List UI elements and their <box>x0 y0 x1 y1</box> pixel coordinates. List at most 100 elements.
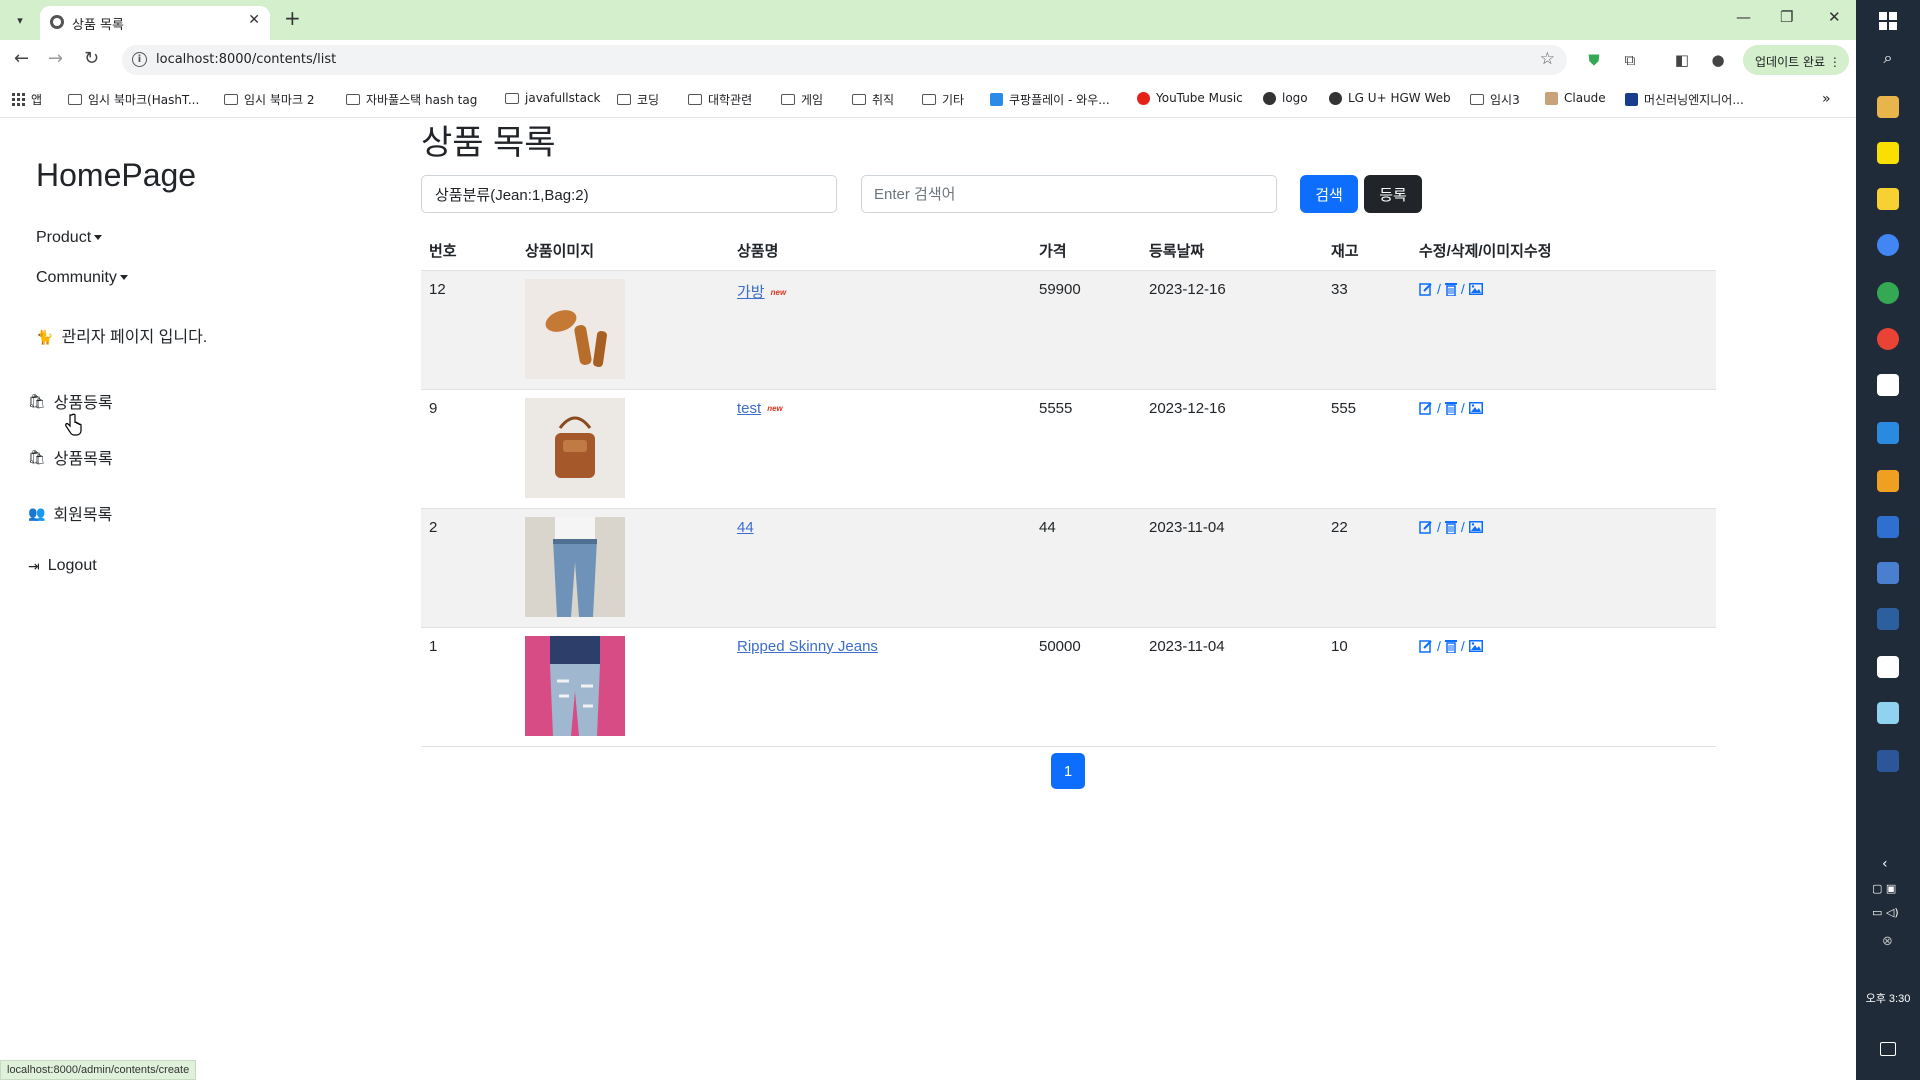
windows-switch-icon[interactable] <box>1877 470 1899 492</box>
bookmark-folder[interactable]: 코딩 <box>617 91 659 108</box>
product-thumbnail-ripped-jeans[interactable] <box>525 635 625 736</box>
product-thumbnail-bag[interactable] <box>525 278 625 379</box>
trash-icon[interactable] <box>1444 401 1457 415</box>
bookmark-folder[interactable]: 대학관련 <box>688 91 752 108</box>
bookmark-folder[interactable]: javafullstack <box>505 91 601 105</box>
image-edit-icon[interactable] <box>1468 401 1483 414</box>
3d-box-icon[interactable] <box>1877 374 1899 396</box>
address-bar[interactable]: i localhost:8000/contents/list ☆ <box>122 45 1567 75</box>
product-name-link[interactable]: test <box>737 400 761 417</box>
bookmark-link[interactable]: 쿠팡플레이 - 와우... <box>990 91 1110 108</box>
chrome-profile-2-icon[interactable] <box>1877 328 1899 350</box>
edit-icon[interactable] <box>1419 639 1433 653</box>
pagination-page-1[interactable]: 1 <box>1051 753 1085 789</box>
taskbar-clock[interactable]: 오후 3:30 <box>1856 990 1920 1006</box>
bookmarks-overflow-icon[interactable]: » <box>1822 91 1831 107</box>
trash-icon[interactable] <box>1444 520 1457 534</box>
product-dropdown[interactable]: Product <box>36 229 103 247</box>
bookmark-label: Claude <box>1564 91 1606 105</box>
tray-chevron-icon[interactable]: ‹ <box>1882 856 1888 872</box>
bookmark-link[interactable]: Claude <box>1545 91 1606 105</box>
shield-extension-icon[interactable]: ⛊ <box>1584 50 1604 70</box>
bookmark-folder[interactable]: 기타 <box>922 91 964 108</box>
community-dropdown[interactable]: Community <box>36 269 128 287</box>
bookmark-link[interactable]: YouTube Music <box>1137 91 1243 105</box>
sticky-notes-icon[interactable] <box>1877 188 1899 210</box>
browser-tab-active[interactable]: 상품 목록 ✕ <box>40 6 270 40</box>
update-complete-button[interactable]: 업데이트 완료 ⋮ <box>1743 45 1849 75</box>
product-name-link[interactable]: 44 <box>737 519 754 536</box>
bookmark-folder[interactable]: 게임 <box>781 91 823 108</box>
product-name-link[interactable]: Ripped Skinny Jeans <box>737 638 878 655</box>
brand-title[interactable]: HomePage <box>36 157 196 194</box>
table-row: 1 Ripped Skinny Jeans 50000 2023-11-04 1… <box>421 627 1716 746</box>
image-edit-icon[interactable] <box>1468 282 1483 295</box>
bookmark-folder[interactable]: 취직 <box>852 91 894 108</box>
bookmark-apps[interactable]: 앱 <box>12 91 42 108</box>
product-thumbnail-test[interactable] <box>525 397 625 498</box>
search-icon[interactable]: ⌕ <box>1877 48 1899 70</box>
bookmark-folder[interactable]: 임시3 <box>1470 91 1520 108</box>
image-edit-icon[interactable] <box>1468 639 1483 652</box>
bookmark-link[interactable]: LG U+ HGW Web <box>1329 91 1451 105</box>
vscode-icon[interactable] <box>1877 422 1899 444</box>
restore-icon[interactable]: ❐ <box>1780 8 1793 26</box>
minimize-icon[interactable]: — <box>1736 8 1751 26</box>
image-edit-icon[interactable] <box>1468 520 1483 533</box>
edit-icon[interactable] <box>1419 282 1433 296</box>
users-icon: 👥 <box>28 504 46 521</box>
sidebar-link-logout[interactable]: ⇥ Logout <box>28 557 97 575</box>
network-app-icon[interactable] <box>1877 516 1899 538</box>
action-separator: / <box>1437 399 1441 416</box>
bookmark-folder[interactable]: 자바풀스택 hash tag <box>346 91 477 108</box>
chrome-profile-icon[interactable] <box>1877 282 1899 304</box>
edit-icon[interactable] <box>1419 401 1433 415</box>
side-panel-icon[interactable]: ◧ <box>1672 50 1692 70</box>
back-arrow-icon[interactable]: ← <box>14 50 29 68</box>
new-badge: new <box>767 404 783 414</box>
windows-start-icon[interactable] <box>1879 12 1897 30</box>
notification-center-icon[interactable] <box>1880 1042 1896 1056</box>
network-volume-icon[interactable]: ▭ ◁) <box>1872 906 1899 919</box>
register-button[interactable]: 등록 <box>1364 175 1422 213</box>
bookmark-link[interactable]: 머신러닝엔지니어... <box>1625 91 1744 108</box>
product-name-link[interactable]: 가방 <box>737 284 765 301</box>
cell-actions: / / <box>1411 270 1716 389</box>
search-input[interactable] <box>861 175 1277 213</box>
bookmark-star-icon[interactable]: ☆ <box>1540 49 1555 69</box>
new-tab-plus-icon[interactable]: + <box>284 8 301 28</box>
bookmark-folder[interactable]: 임시 북마크(HashT... <box>68 91 199 108</box>
eclipse-icon[interactable] <box>1877 608 1899 630</box>
extensions-puzzle-icon[interactable]: ⧉ <box>1620 50 1640 70</box>
category-select[interactable]: 상품분류(Jean:1,Bag:2) <box>421 175 837 213</box>
edit-icon[interactable] <box>1419 520 1433 534</box>
trash-icon[interactable] <box>1444 282 1457 296</box>
sidebar-link-product-list[interactable]: 🛍 상품목록 <box>28 445 113 469</box>
profile-avatar-icon[interactable]: ● <box>1708 50 1728 70</box>
remote-desktop-icon[interactable] <box>1877 562 1899 584</box>
tab-close-icon[interactable]: ✕ <box>248 12 260 28</box>
tab-list-chevron-icon[interactable]: ▾ <box>9 9 31 31</box>
pen-tool-icon[interactable] <box>1877 702 1899 724</box>
window-close-icon[interactable]: ✕ <box>1828 8 1841 26</box>
product-thumbnail-jeans[interactable] <box>525 516 625 617</box>
tray-icons[interactable]: ▢ ▣ <box>1872 882 1896 895</box>
sidebar-link-member-list[interactable]: 👥 회원목록 <box>28 501 112 525</box>
word-icon[interactable] <box>1877 750 1899 772</box>
trash-icon[interactable] <box>1444 639 1457 653</box>
bookmark-folder[interactable]: 임시 북마크 2 <box>224 91 314 108</box>
notion-icon[interactable] <box>1877 656 1899 678</box>
forward-arrow-icon[interactable]: → <box>48 50 63 68</box>
caret-down-icon <box>94 235 103 241</box>
tray-close-icon[interactable]: ⊗ <box>1882 934 1893 949</box>
reload-icon[interactable]: ↻ <box>84 50 99 68</box>
file-explorer-icon[interactable] <box>1877 96 1899 118</box>
hand-cursor-icon <box>65 413 82 436</box>
site-info-icon[interactable]: i <box>132 52 147 67</box>
search-button[interactable]: 검색 <box>1300 175 1358 213</box>
bookmark-link[interactable]: logo <box>1263 91 1308 105</box>
action-separator: / <box>1437 518 1441 535</box>
sidebar-link-product-create[interactable]: 🛍 상품등록 <box>28 389 113 413</box>
kakaotalk-icon[interactable] <box>1877 142 1899 164</box>
chrome-icon[interactable] <box>1877 234 1899 256</box>
